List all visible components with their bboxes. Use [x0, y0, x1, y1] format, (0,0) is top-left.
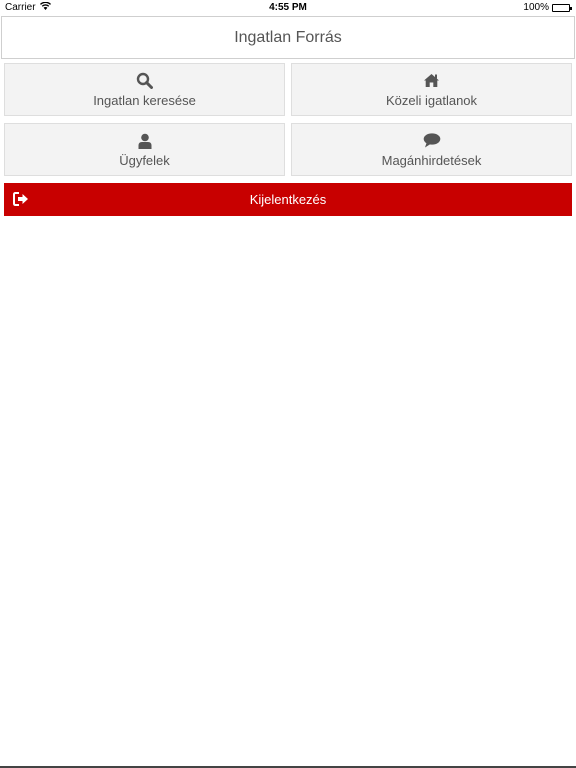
- status-time: 4:55 PM: [269, 2, 307, 13]
- private-ads-button[interactable]: Magánhirdetések: [291, 123, 572, 176]
- sign-out-icon: [13, 192, 29, 209]
- comment-icon: [423, 132, 441, 150]
- nearby-properties-button[interactable]: Közeli igatlanok: [291, 63, 572, 116]
- private-ads-label: Magánhirdetések: [381, 152, 482, 168]
- clients-button[interactable]: Ügyfelek: [4, 123, 285, 176]
- battery-percent: 100%: [523, 2, 549, 13]
- logout-button[interactable]: Kijelentkezés: [4, 183, 572, 216]
- app-title: Ingatlan Forrás: [234, 28, 342, 46]
- property-search-label: Ingatlan keresése: [93, 92, 196, 108]
- property-search-button[interactable]: Ingatlan keresése: [4, 63, 285, 116]
- search-icon: [136, 72, 153, 90]
- logout-label: Kijelentkezés: [249, 192, 327, 207]
- battery-info: 100%: [523, 2, 572, 13]
- home-icon: [423, 72, 440, 90]
- app-header: Ingatlan Forrás: [1, 16, 575, 59]
- user-icon: [138, 132, 152, 150]
- status-bar: Carrier 4:55 PM 100%: [0, 0, 576, 16]
- clients-label: Ügyfelek: [119, 152, 170, 168]
- battery-icon: [552, 3, 572, 12]
- nearby-properties-label: Közeli igatlanok: [385, 92, 478, 108]
